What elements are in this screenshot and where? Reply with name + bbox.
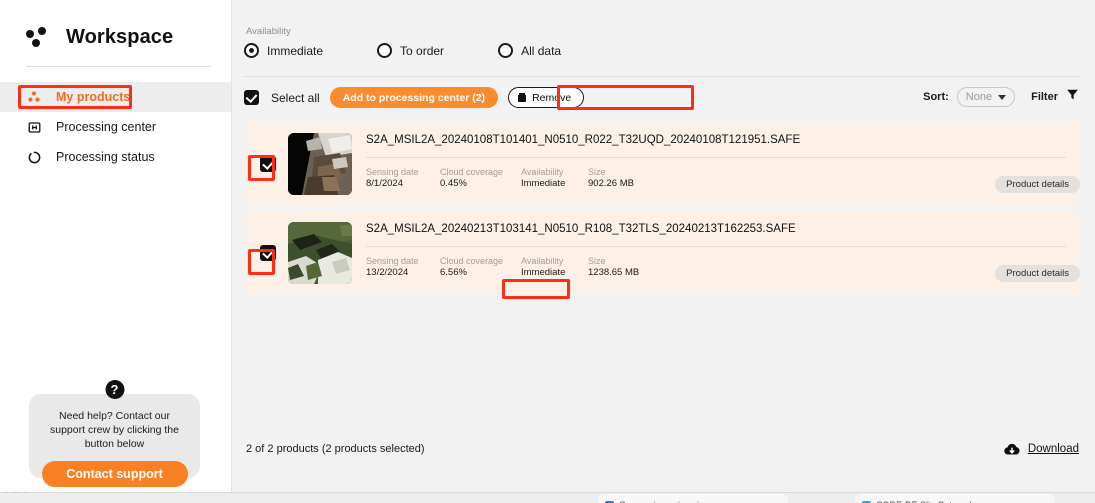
browser-tab[interactable]: CODE-DE Slin Outreach [855, 494, 1055, 503]
sidebar-item-processing-status[interactable]: Processing status [0, 142, 231, 172]
product-body: S2A_MSIL2A_20240213T103141_N0510_R108_T3… [366, 211, 1066, 294]
radio-label: All data [521, 43, 562, 58]
footer-bar: 2 of 2 products (2 products selected) Do… [232, 427, 1095, 471]
product-card[interactable]: S2A_MSIL2A_20240213T103141_N0510_R108_T3… [246, 211, 1080, 294]
meta-value: 1238.65 MB [588, 267, 640, 279]
meta-key: Availability [521, 256, 564, 266]
meta-key: Sensing date [366, 256, 419, 266]
sort-value: None [965, 91, 993, 103]
product-select-checkbox[interactable] [260, 244, 276, 261]
product-thumbnail [288, 221, 352, 284]
product-divider [366, 246, 1066, 247]
sort-filter-group: Sort: None Filter [923, 87, 1079, 107]
remove-button[interactable]: Remove [508, 87, 585, 108]
processing-center-icon [26, 119, 42, 135]
radio-to-order[interactable]: To order [377, 43, 444, 58]
sidebar-item-label: My products [56, 90, 131, 104]
remove-label: Remove [532, 91, 572, 104]
meta-key: Sensing date [366, 167, 419, 177]
sidebar-item-my-products[interactable]: My products [0, 82, 231, 112]
radio-all-data[interactable]: All data [498, 43, 561, 58]
radio-label: Immediate [267, 43, 324, 58]
products-icon [26, 89, 42, 105]
filter-icon[interactable] [1066, 88, 1079, 106]
availability-radio-group: Immediate To order All data [244, 43, 561, 58]
meta-value: 8/1/2024 [366, 178, 403, 190]
contact-support-button[interactable]: Contact support [41, 460, 188, 487]
meta-key: Size [588, 167, 606, 177]
meta-key: Size [588, 256, 606, 266]
radio-immediate[interactable]: Immediate [244, 43, 323, 58]
workspace-logo-icon [26, 26, 52, 49]
processing-status-icon [26, 149, 42, 165]
product-title: S2A_MSIL2A_20240108T101401_N0510_R022_T3… [366, 134, 801, 146]
radio-dot-icon [244, 43, 259, 58]
product-divider [366, 157, 1066, 158]
meta-key: Availability [521, 167, 564, 177]
main-panel: Availability Immediate To order All data [232, 0, 1095, 503]
chevron-down-icon [998, 94, 1007, 100]
download-label: Download [1027, 443, 1079, 455]
product-card[interactable]: S2A_MSIL2A_20240108T101401_N0510_R022_T3… [246, 122, 1080, 205]
meta-cloud-coverage: Cloud coverage 0.45% [440, 166, 521, 191]
meta-value: Immediate [521, 267, 566, 279]
sidebar-item-label: Processing status [56, 150, 155, 164]
product-meta: Sensing date 8/1/2024 Cloud coverage 0.4… [366, 166, 1066, 191]
product-select-checkbox[interactable] [260, 155, 276, 172]
meta-availability: Availability Immediate [521, 166, 588, 191]
radio-dot-icon [377, 43, 393, 58]
browser-tab[interactable]: Generacion animaciones [598, 494, 788, 503]
filter-label: Filter [1031, 91, 1058, 103]
trash-icon [518, 93, 527, 102]
radio-label: To order [400, 43, 445, 58]
product-details-button[interactable]: Product details [995, 265, 1080, 282]
content-area: Availability Immediate To order All data [232, 0, 1095, 487]
sidebar-nav: My products Processing center Processing… [0, 82, 231, 172]
meta-sensing-date: Sensing date 13/2/2024 [366, 255, 440, 280]
meta-size: Size 902.26 MB [588, 166, 688, 191]
sidebar: Workspace My products Processing center … [0, 0, 232, 503]
add-to-processing-center-button[interactable]: Add to processing center (2) [329, 87, 499, 108]
sidebar-item-label: Processing center [56, 120, 157, 134]
sidebar-item-processing-center[interactable]: Processing center [0, 112, 231, 142]
meta-key: Cloud coverage [440, 167, 504, 177]
product-meta: Sensing date 13/2/2024 Cloud coverage 6.… [366, 255, 1066, 280]
product-title: S2A_MSIL2A_20240213T103141_N0510_R108_T3… [366, 223, 796, 235]
browser-tab-strip: Generacion animaciones CODE-DE Slin Outr… [0, 492, 1095, 503]
product-thumbnail [288, 132, 352, 195]
meta-value: 6.56% [440, 267, 467, 279]
brand-title: Workspace [66, 26, 174, 48]
app-root: Workspace My products Processing center … [0, 0, 1095, 503]
brand: Workspace [0, 0, 231, 49]
product-details-button[interactable]: Product details [995, 176, 1080, 193]
meta-value: 13/2/2024 [366, 267, 409, 279]
meta-availability: Availability Immediate [521, 255, 588, 280]
select-all-label: Select all [271, 90, 320, 105]
sort-label: Sort: [923, 91, 949, 103]
select-all-checkbox[interactable] [244, 90, 259, 105]
meta-value: 0.45% [440, 178, 467, 190]
meta-key: Cloud coverage [440, 256, 504, 266]
help-card: ? Need help? Contact our support crew by… [29, 380, 200, 487]
download-button[interactable]: Download [1004, 443, 1079, 456]
question-mark-icon: ? [105, 380, 124, 399]
meta-sensing-date: Sensing date 8/1/2024 [366, 166, 440, 191]
product-list: S2A_MSIL2A_20240108T101401_N0510_R022_T3… [246, 122, 1080, 300]
action-toolbar: Select all Add to processing center (2) … [244, 87, 585, 108]
sort-select[interactable]: None [956, 87, 1016, 107]
product-count-text: 2 of 2 products (2 products selected) [246, 443, 425, 455]
download-icon [1004, 443, 1020, 456]
availability-label: Availability [246, 26, 291, 37]
product-body: S2A_MSIL2A_20240108T101401_N0510_R022_T3… [366, 122, 1066, 205]
meta-size: Size 1238.65 MB [588, 255, 688, 280]
meta-value: 902.26 MB [588, 178, 634, 190]
help-text: Need help? Contact our support crew by c… [50, 410, 179, 451]
radio-dot-icon [498, 43, 514, 58]
meta-value: Immediate [521, 178, 566, 190]
sidebar-divider [26, 66, 211, 67]
toolbar-divider [244, 76, 1080, 77]
meta-cloud-coverage: Cloud coverage 6.56% [440, 255, 521, 280]
